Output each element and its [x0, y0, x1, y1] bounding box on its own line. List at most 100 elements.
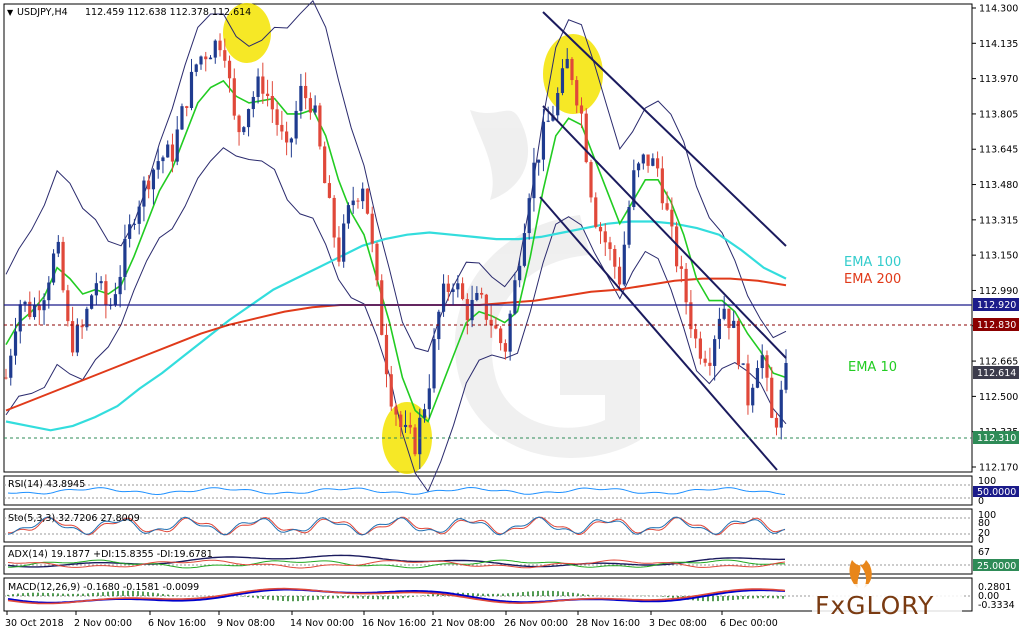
candle-body — [99, 281, 103, 284]
x-tick-label: 6 Nov 16:00 — [148, 618, 206, 629]
candle-body — [446, 283, 450, 292]
candle-body — [679, 266, 683, 269]
sto-tick-0: 0 — [978, 535, 984, 546]
candle — [323, 141, 327, 184]
candle-body — [541, 121, 546, 160]
candle-body — [779, 389, 783, 428]
candle-body — [684, 268, 688, 303]
candle — [61, 236, 65, 293]
y-tick-label: 114.135 — [979, 39, 1018, 50]
candle-body — [337, 237, 341, 262]
candle-body — [613, 248, 617, 267]
candle-body — [242, 127, 246, 133]
svg-text:FxGLORY: FxGLORY — [815, 591, 934, 620]
candle-body — [199, 56, 203, 65]
candle-body — [589, 162, 593, 198]
candle-body — [617, 266, 622, 285]
collapse-icon[interactable]: ▼ — [7, 8, 14, 17]
x-tick-label: 2 Nov 00:00 — [74, 618, 132, 629]
candle-body — [166, 144, 170, 158]
candle-body — [37, 304, 41, 311]
candle — [589, 159, 593, 203]
candle-body — [175, 129, 179, 162]
candle-body — [185, 106, 189, 109]
candle-body — [513, 280, 517, 314]
candle-body — [508, 313, 512, 352]
candle-body — [180, 106, 184, 130]
candle-body — [708, 362, 712, 366]
candle-body — [123, 238, 127, 277]
legend-ema200: EMA 200 — [844, 272, 901, 287]
candle-body — [251, 96, 255, 110]
candle-body — [413, 427, 417, 455]
candle — [736, 318, 741, 370]
candle-body — [741, 363, 745, 365]
x-tick-label: 9 Nov 08:00 — [217, 618, 275, 629]
candle — [627, 200, 631, 249]
candle-body — [480, 292, 484, 295]
candle-body — [308, 98, 312, 113]
forex-chart: 114.300 114.135 113.970 113.805 113.645 113.4… — [3, 0, 1019, 629]
candle-body — [285, 131, 289, 143]
candle-body — [584, 113, 588, 163]
svg-text:112.920: 112.920 — [977, 300, 1016, 311]
candle-body — [280, 124, 284, 132]
candle-body — [94, 283, 98, 296]
y-tick-label: 112.500 — [979, 392, 1018, 403]
candle-body — [389, 374, 393, 407]
candle-body — [518, 265, 522, 281]
candle-body — [418, 417, 422, 455]
candle-body — [51, 253, 56, 283]
candle-body — [465, 299, 469, 321]
candle-body — [732, 320, 736, 328]
candle-body — [770, 377, 774, 418]
candle-body — [204, 56, 208, 60]
x-tick-label: 6 Dec 00:00 — [720, 618, 778, 629]
candle-body — [575, 80, 579, 106]
candle-body — [346, 205, 351, 224]
candle-body — [113, 294, 117, 305]
candle-body — [151, 169, 156, 190]
candle-body — [522, 233, 527, 266]
candle-body — [47, 282, 51, 301]
candle-body — [627, 206, 631, 245]
adx-tick-67: 67 — [978, 547, 990, 558]
legend-ema100: EMA 100 — [844, 255, 901, 270]
candle-body — [90, 295, 94, 309]
y-tick-label: 113.805 — [979, 109, 1018, 120]
candle-body — [227, 60, 232, 79]
adx-tick-25: 25.0000 — [977, 561, 1016, 572]
level-price-tag: 112.830 — [973, 318, 1019, 331]
candle-body — [318, 105, 322, 147]
candle-body — [475, 292, 479, 300]
svg-text:112.310: 112.310 — [977, 433, 1016, 444]
candle-body — [598, 226, 603, 232]
candle-body — [323, 146, 327, 184]
candle-body — [70, 321, 75, 353]
candle-body — [142, 180, 146, 207]
candle-body — [503, 343, 507, 352]
y-tick-label: 113.315 — [979, 215, 1018, 226]
candle-body — [784, 362, 788, 390]
candle — [594, 192, 598, 229]
x-tick-label: 21 Nov 08:00 — [431, 618, 495, 629]
candle-body — [265, 93, 270, 97]
x-tick-label: 16 Nov 16:00 — [362, 618, 426, 629]
candle — [527, 193, 531, 240]
candle-body — [560, 68, 565, 94]
candle-body — [722, 308, 726, 319]
candle — [318, 102, 322, 150]
sto-title: Sto(5,3,3) 32.7206 27.8009 — [8, 513, 140, 524]
candle-body — [532, 162, 536, 199]
candle-body — [4, 377, 8, 379]
candle-body — [636, 163, 641, 171]
candle — [375, 242, 379, 287]
candle-body — [751, 387, 755, 406]
x-tick-label: 30 Oct 2018 — [5, 618, 64, 629]
candle-body — [132, 223, 137, 225]
candle-body — [765, 355, 769, 378]
candle-body — [451, 289, 455, 292]
y-tick-label: 114.300 — [979, 4, 1018, 15]
candle — [51, 249, 56, 286]
candle-body — [118, 276, 122, 295]
